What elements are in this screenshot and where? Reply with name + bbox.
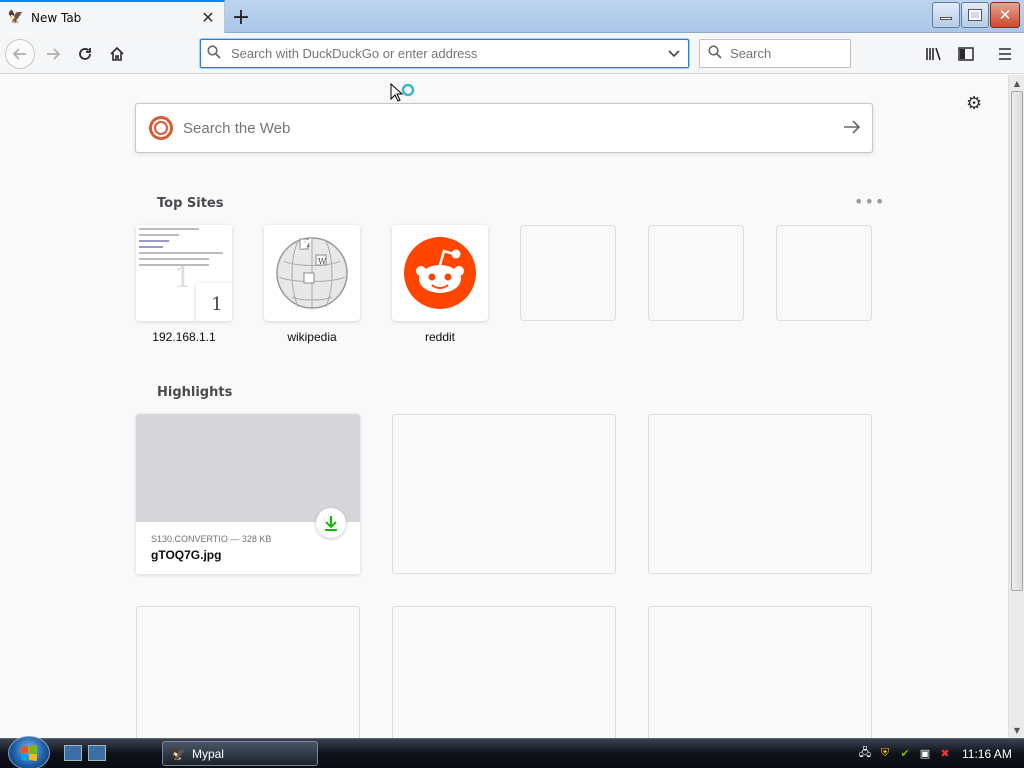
chevron-down-icon[interactable]: [660, 47, 688, 61]
empty-tile: [648, 225, 744, 321]
system-tray: 🖧 ⛨ ✔ ▣ ✖: [858, 746, 952, 760]
new-tab-page: ⚙ Top Sites ••• 1 1 192.168.1.1: [0, 75, 1008, 766]
new-tab-button[interactable]: +: [228, 4, 254, 30]
download-icon: [316, 508, 346, 538]
library-icon: [926, 47, 941, 61]
display-icon[interactable]: ▣: [918, 746, 932, 760]
top-site-label: reddit: [424, 330, 456, 344]
close-tab-icon[interactable]: ✕: [198, 8, 218, 28]
vertical-scrollbar[interactable]: ▲ ▼: [1008, 75, 1024, 738]
forward-button[interactable]: [38, 39, 68, 69]
top-site-tile-empty[interactable]: [520, 225, 616, 330]
top-site-tile-empty[interactable]: [648, 225, 744, 330]
reddit-icon: [404, 237, 476, 309]
site-thumbnail: Ω W: [264, 225, 360, 321]
library-button[interactable]: [922, 41, 946, 67]
top-site-label: 192.168.1.1: [152, 330, 216, 344]
top-site-label: wikipedia: [287, 330, 337, 344]
back-button[interactable]: [5, 39, 35, 69]
minimize-button[interactable]: [932, 2, 960, 28]
top-site-tile[interactable]: 1 1 192.168.1.1: [136, 225, 232, 344]
scroll-down-icon[interactable]: ▼: [1009, 723, 1024, 737]
security-shield-icon[interactable]: ⛨: [878, 746, 892, 760]
checkmark-icon[interactable]: ✔: [898, 746, 912, 760]
home-icon: [110, 46, 124, 61]
highlights-heading: Highlights: [157, 385, 233, 400]
scrollbar-thumb[interactable]: [1011, 91, 1023, 591]
network-icon[interactable]: 🖧: [858, 746, 872, 760]
highlight-placeholder: [392, 414, 616, 574]
search-input[interactable]: [730, 46, 840, 61]
highlight-filename: gTOQ7G.jpg: [151, 548, 222, 562]
address-input[interactable]: [231, 46, 660, 61]
top-site-tile[interactable]: reddit: [392, 225, 488, 344]
taskbar-item-label: Mypal: [191, 746, 224, 761]
duckduckgo-icon: [149, 116, 173, 140]
arrow-right-icon[interactable]: [832, 116, 872, 140]
mypal-icon: 🦅: [7, 10, 25, 25]
menu-button[interactable]: [993, 41, 1017, 67]
tab-title: New Tab: [31, 10, 82, 25]
reload-button[interactable]: [70, 39, 100, 69]
top-site-tile[interactable]: Ω W wikipedia: [264, 225, 360, 344]
empty-tile: [520, 225, 616, 321]
empty-tile: [776, 225, 872, 321]
address-bar[interactable]: [200, 39, 689, 68]
maximize-button[interactable]: [961, 2, 989, 28]
home-button[interactable]: [102, 39, 132, 69]
mypal-icon: 🦅: [171, 746, 186, 761]
highlight-meta: S130.CONVERTIO — 328 KB: [151, 534, 272, 544]
sidebar-icon: [958, 47, 974, 61]
web-search-box[interactable]: [135, 103, 873, 153]
site-thumbnail: 1 1: [136, 225, 232, 321]
hamburger-menu-icon: [999, 48, 1011, 60]
arrow-left-icon: [12, 48, 26, 60]
volume-muted-icon[interactable]: ✖: [938, 746, 952, 760]
gear-icon[interactable]: ⚙: [966, 93, 982, 114]
restore-icon: [968, 9, 982, 21]
highlight-placeholder: [648, 414, 872, 574]
highlight-preview: [136, 414, 360, 522]
start-button[interactable]: [8, 736, 50, 768]
site-thumbnail: [392, 225, 488, 321]
windows-logo-icon: [21, 745, 37, 761]
reload-icon: [79, 48, 91, 60]
window-controls: ✕: [932, 2, 1020, 28]
tab-new-tab[interactable]: 🦅 New Tab ✕: [0, 0, 225, 33]
search-icon: [708, 44, 730, 63]
site-badge: 1: [196, 283, 232, 321]
minimize-icon: [940, 16, 952, 20]
wikipedia-icon: Ω W: [276, 237, 348, 309]
more-options-icon[interactable]: •••: [854, 192, 885, 211]
web-search-input[interactable]: [183, 119, 832, 137]
highlight-card[interactable]: S130.CONVERTIO — 328 KB gTOQ7G.jpg: [136, 414, 360, 574]
svg-text:W: W: [318, 257, 327, 266]
top-sites-heading: Top Sites: [157, 196, 224, 211]
search-bar[interactable]: [699, 39, 851, 68]
windows-taskbar: 🦅 Mypal 🖧 ⛨ ✔ ▣ ✖ 11:16 AM: [0, 736, 1024, 768]
arrow-right-icon: [47, 48, 61, 60]
taskbar-item-mypal[interactable]: 🦅 Mypal: [162, 741, 318, 766]
tab-bar: 🦅 New Tab ✕ + ✕: [0, 0, 1024, 33]
scroll-up-icon[interactable]: ▲: [1009, 76, 1024, 90]
top-site-tile-empty[interactable]: [776, 225, 872, 330]
clock[interactable]: 11:16 AM: [962, 747, 1012, 761]
switch-windows-icon[interactable]: [88, 745, 106, 761]
navigation-toolbar: [0, 34, 1024, 74]
sidebar-button[interactable]: [954, 41, 978, 67]
search-icon: [207, 44, 231, 63]
close-window-button[interactable]: ✕: [990, 2, 1020, 28]
show-desktop-icon[interactable]: [64, 745, 82, 761]
